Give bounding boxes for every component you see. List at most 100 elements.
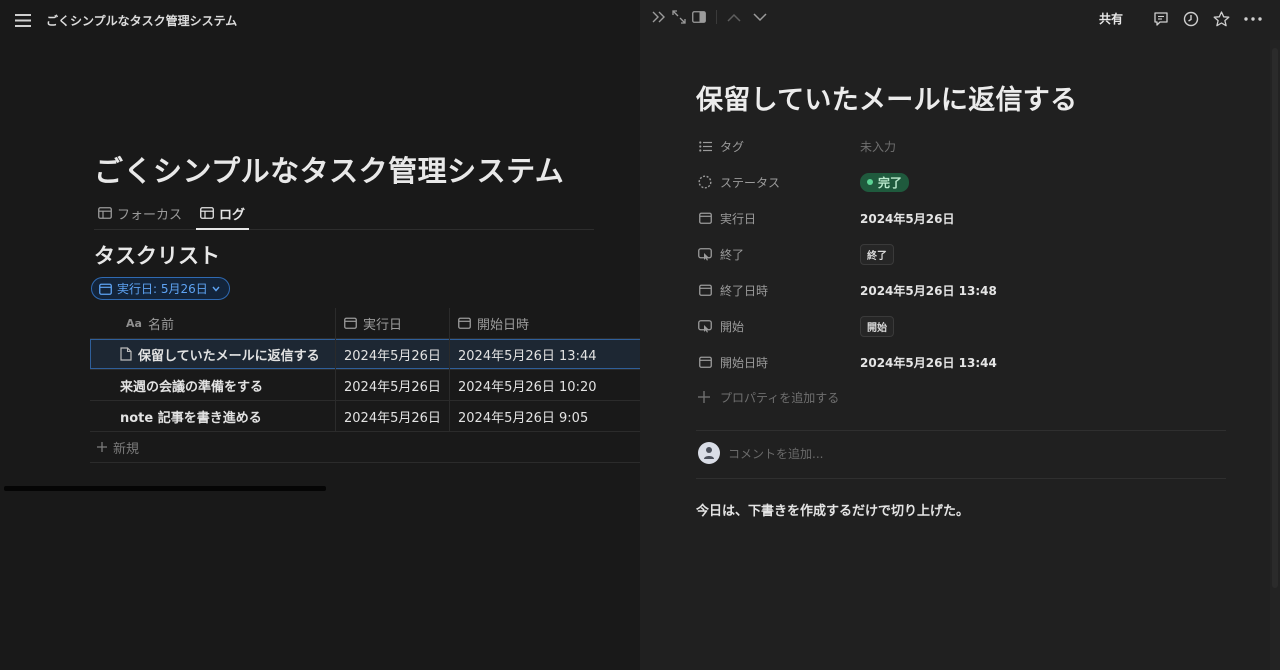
- property-label-text: 終了日時: [720, 283, 769, 298]
- table-row[interactable]: 保留していたメールに返信する 2024年5月26日 2024年5月26日 13:…: [90, 339, 640, 370]
- menu-button[interactable]: [14, 11, 32, 29]
- more-icon: [1244, 16, 1262, 21]
- vertical-scrollbar[interactable]: [1272, 48, 1278, 588]
- updates-button[interactable]: [1183, 11, 1199, 27]
- property-label[interactable]: 開始: [698, 318, 860, 335]
- status-dot: [867, 179, 873, 185]
- column-header-start[interactable]: 開始日時: [450, 308, 640, 338]
- share-button[interactable]: 共有: [1099, 10, 1123, 27]
- calendar-icon: [698, 356, 712, 368]
- column-header-name[interactable]: Aa 名前: [90, 308, 336, 338]
- property-start: 開始 開始: [698, 308, 1238, 344]
- cell-name[interactable]: note 記事を書き進める: [90, 401, 336, 431]
- cell-start[interactable]: 2024年5月26日 9:05: [450, 401, 640, 431]
- table-row[interactable]: note 記事を書き進める 2024年5月26日 2024年5月26日 9:05: [90, 401, 640, 432]
- property-label[interactable]: 終了: [698, 246, 860, 263]
- date-value[interactable]: 2024年5月26日: [860, 210, 954, 227]
- peek-topbar: 共有: [640, 0, 1280, 40]
- cell-date[interactable]: 2024年5月26日: [336, 339, 450, 369]
- workspace-title[interactable]: ごくシンプルなタスク管理システム: [46, 12, 237, 29]
- column-header-label: 開始日時: [477, 317, 530, 333]
- page-body-text[interactable]: 今日は、下書きを作成するだけで切り上げた。: [696, 500, 969, 519]
- table-row[interactable]: 来週の会議の準備をする 2024年5月26日 2024年5月26日 10:20: [90, 370, 640, 401]
- clock-icon: [1183, 11, 1199, 26]
- end-time-value[interactable]: 2024年5月26日 13:48: [860, 282, 997, 299]
- new-row-button[interactable]: 新規: [90, 432, 640, 463]
- date-filter-chip[interactable]: 実行日: 5月26日: [91, 277, 230, 300]
- property-list: タグ 未入力 ステータス 完了 実行日 2024年5月26日 終了 終了 終了日…: [698, 128, 1238, 380]
- status-icon: [698, 175, 712, 189]
- cell-name[interactable]: 保留していたメールに返信する: [90, 339, 336, 369]
- more-button[interactable]: [1244, 16, 1262, 21]
- chevron-down-icon: [753, 12, 767, 21]
- calendar-icon: [698, 212, 712, 224]
- add-property-button[interactable]: プロパティを追加する: [698, 386, 839, 408]
- user-avatar-icon: [704, 447, 714, 459]
- list-title: タスクリスト: [94, 244, 220, 268]
- cell-start[interactable]: 2024年5月26日 13:44: [450, 339, 640, 369]
- property-label-text: 実行日: [720, 211, 757, 226]
- property-label[interactable]: 実行日: [698, 210, 860, 227]
- divider: [696, 430, 1226, 431]
- start-value: 開始: [860, 315, 894, 337]
- avatar: [698, 442, 720, 464]
- page-title: ごくシンプルなタスク管理システム: [94, 154, 565, 188]
- open-full-page-button[interactable]: [672, 10, 686, 24]
- task-table: Aa 名前 実行日 開始日時 保留していたメールに返信する 2024年5月26日…: [90, 308, 640, 463]
- status-value[interactable]: 完了: [860, 172, 910, 192]
- tab-focus[interactable]: フォーカス: [94, 198, 186, 228]
- peek-mode-button[interactable]: [692, 11, 706, 23]
- cell-name[interactable]: 来週の会議の準備をする: [90, 370, 336, 400]
- comments-button[interactable]: [1153, 11, 1169, 27]
- calendar-icon: [458, 317, 471, 329]
- favorite-button[interactable]: [1213, 10, 1230, 27]
- property-end: 終了 終了: [698, 236, 1238, 272]
- chevron-up-icon: [727, 13, 741, 22]
- add-property-label: プロパティを追加する: [720, 390, 840, 405]
- tab-log[interactable]: ログ: [196, 198, 250, 230]
- property-label-text: ステータス: [720, 175, 781, 190]
- status-text: 完了: [878, 175, 903, 190]
- cell-start[interactable]: 2024年5月26日 10:20: [450, 370, 640, 400]
- comment-placeholder: コメントを追加...: [728, 446, 824, 461]
- property-start-time: 開始日時 2024年5月26日 13:44: [698, 344, 1238, 380]
- comment-input[interactable]: コメントを追加...: [698, 441, 823, 465]
- expand-icon: [672, 10, 686, 24]
- property-label[interactable]: ステータス: [698, 174, 860, 191]
- new-row-label: 新規: [113, 441, 140, 457]
- cell-date[interactable]: 2024年5月26日: [336, 401, 450, 431]
- tab-label: フォーカス: [117, 207, 183, 223]
- status-badge: 完了: [860, 172, 910, 192]
- comment-icon: [1154, 11, 1168, 26]
- property-date: 実行日 2024年5月26日: [698, 200, 1238, 236]
- start-time-value[interactable]: 2024年5月26日 13:44: [860, 354, 997, 371]
- tag-value[interactable]: 未入力: [860, 138, 896, 155]
- previous-page-button[interactable]: [727, 13, 741, 22]
- property-label-text: 開始日時: [720, 355, 769, 370]
- property-end-time: 終了日時 2024年5月26日 13:48: [698, 272, 1238, 308]
- cell-date[interactable]: 2024年5月26日: [336, 370, 450, 400]
- property-label-text: 開始: [720, 319, 745, 334]
- property-label[interactable]: 終了日時: [698, 282, 860, 299]
- end-value: 終了: [860, 243, 894, 265]
- start-button[interactable]: 開始: [860, 315, 894, 337]
- column-header-date[interactable]: 実行日: [336, 308, 450, 338]
- next-page-button[interactable]: [753, 12, 767, 22]
- button-icon: [698, 247, 712, 261]
- property-status: ステータス 完了: [698, 164, 1238, 200]
- column-header-label: 名前: [147, 317, 174, 333]
- task-title[interactable]: 保留していたメールに返信する: [696, 78, 1077, 117]
- property-label-text: タグ: [720, 139, 745, 154]
- chevron-down-icon: [212, 286, 220, 292]
- horizontal-scrollbar[interactable]: [4, 486, 326, 491]
- calendar-icon: [698, 284, 712, 296]
- property-label[interactable]: タグ: [698, 138, 860, 155]
- hamburger-icon: [15, 13, 31, 27]
- plus-icon: [97, 442, 107, 452]
- property-label-text: 終了: [720, 247, 745, 262]
- property-label[interactable]: 開始日時: [698, 354, 860, 371]
- double-chevron-right-icon: [652, 11, 665, 23]
- close-peek-button[interactable]: [652, 11, 666, 23]
- divider: [696, 478, 1226, 479]
- end-button[interactable]: 終了: [860, 243, 894, 265]
